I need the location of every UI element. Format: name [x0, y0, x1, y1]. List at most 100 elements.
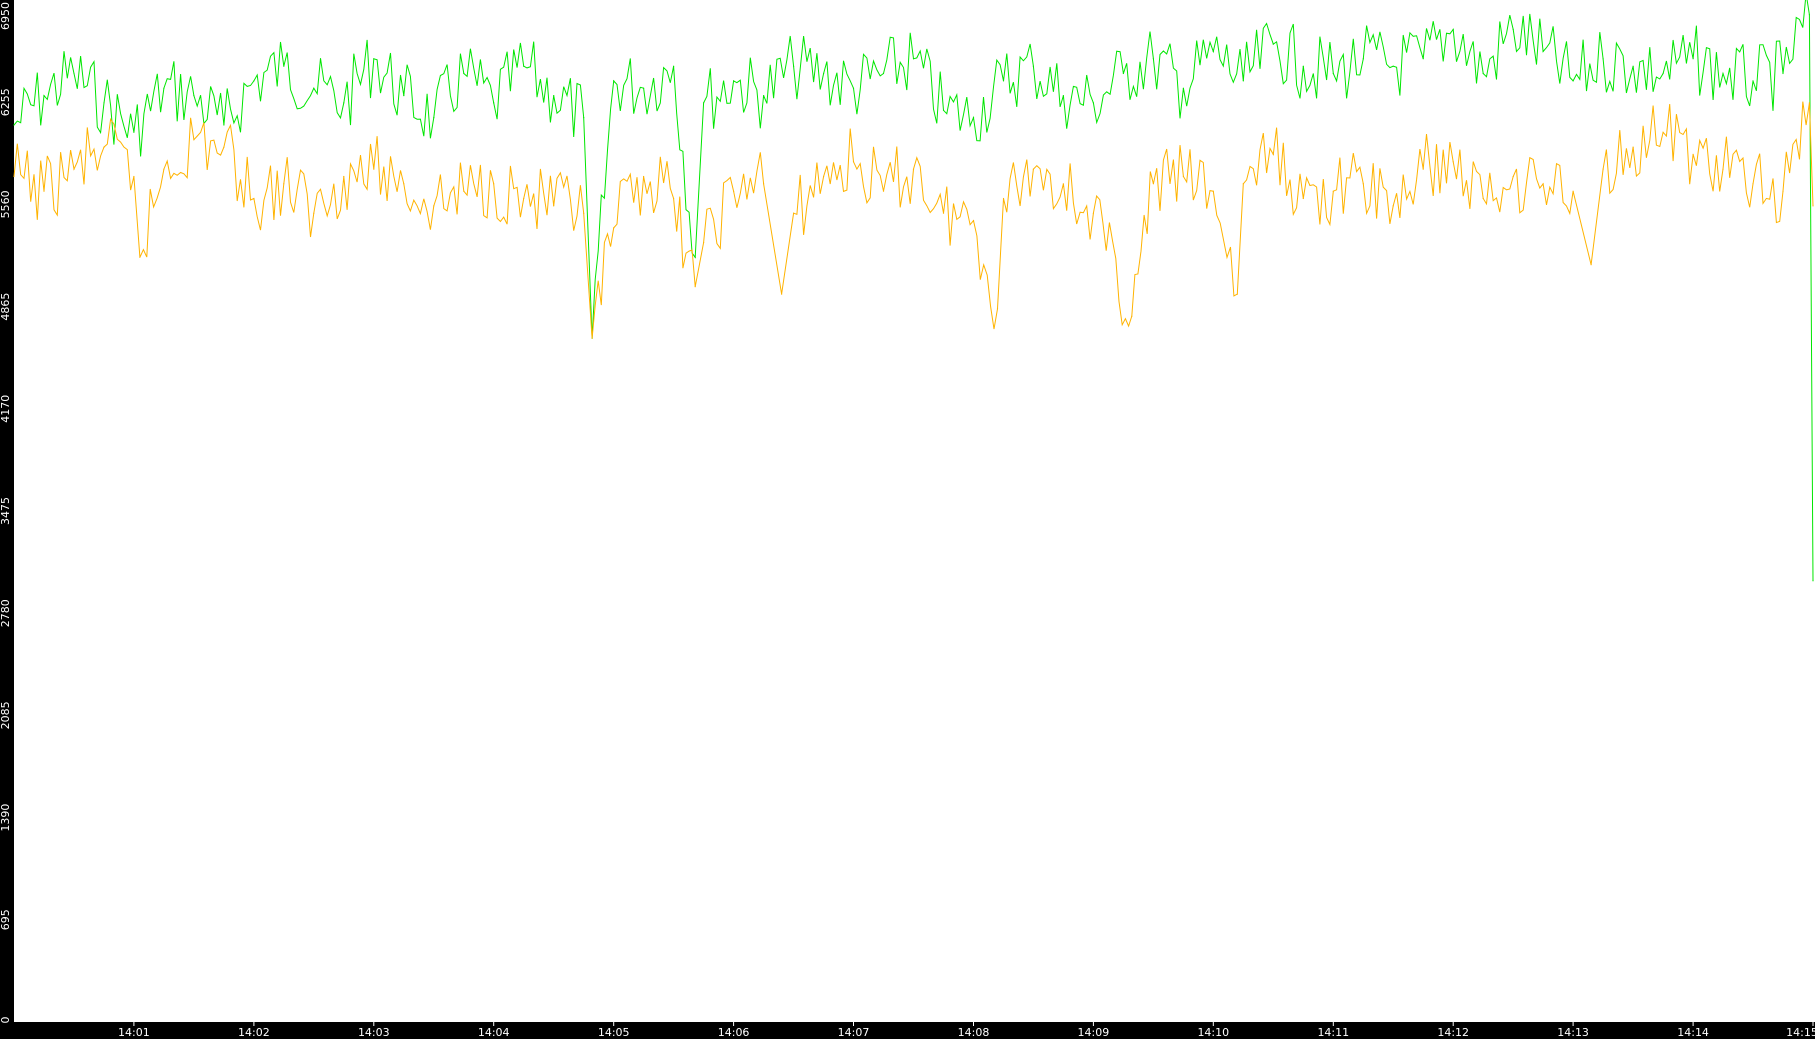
series-1-point: [694, 256, 696, 258]
series-1-point: [1542, 50, 1544, 53]
y-tick-label: 3475: [0, 497, 12, 525]
series-1-point: [43, 95, 45, 97]
series-2-point: [553, 205, 555, 207]
series-2-point: [313, 212, 315, 214]
series-2-point: [1332, 190, 1334, 192]
x-tick-label: 14:10: [1197, 1026, 1229, 1039]
x-tick-label: 14:11: [1317, 1026, 1349, 1039]
series-1-point: [283, 65, 285, 67]
series-2-point: [403, 183, 405, 185]
series-2-point: [1182, 175, 1184, 178]
series-2-point: [613, 227, 615, 229]
series-2-point: [73, 168, 75, 170]
series-1-point: [1062, 95, 1064, 97]
series-2-point: [1152, 183, 1154, 185]
y-tick-label: 4170: [0, 395, 12, 423]
series-1-point: [1152, 58, 1154, 60]
y-tick-label: 4865: [0, 293, 12, 321]
series-2-point: [1002, 197, 1005, 200]
series-2-point: [493, 183, 495, 185]
series-1-point: [1512, 28, 1514, 30]
series-1-point: [1572, 80, 1574, 82]
x-tick-label: 14:01: [118, 1026, 150, 1039]
series-1-point: [613, 80, 615, 82]
line-chart: 0 695 1390 2085 2780 3475 4170 4865 5560 6255 6950…: [0, 0, 1815, 1039]
series-2-point: [1512, 175, 1514, 178]
series-2-point: [343, 175, 345, 178]
x-tick-label: 14:12: [1437, 1026, 1469, 1039]
series-1-point: [1002, 80, 1005, 82]
series-1-point: [942, 109, 945, 111]
series-2-point: [133, 175, 135, 178]
series-1-point: [1212, 50, 1214, 53]
series-1-point: [823, 72, 825, 75]
series-2-point: [703, 242, 705, 244]
series-2-point: [1632, 146, 1634, 148]
series-2-point: [1092, 212, 1094, 214]
series-2-point: [1302, 197, 1304, 200]
series-1-point: [763, 95, 765, 97]
series-2-point: [1236, 293, 1238, 295]
series-2-point: [1062, 183, 1064, 185]
series-2-point: [1242, 183, 1244, 185]
series-2-point: [1392, 205, 1394, 207]
series-1-point: [313, 87, 315, 89]
series-1-point: [253, 80, 255, 82]
series-2-point: [433, 205, 435, 207]
series-2-point: [1752, 183, 1754, 185]
series-2-point: [283, 183, 285, 185]
series-1-point: [193, 95, 195, 97]
series-1-point: [1812, 580, 1814, 582]
x-tick-label: 14:09: [1078, 1026, 1110, 1039]
chart-container: 0 695 1390 2085 2780 3475 4170 4865 5560 6255 6950…: [0, 0, 1815, 1039]
series-2-point: [1662, 131, 1664, 133]
y-tick-label: 0: [0, 1017, 12, 1024]
series-1-point: [1752, 80, 1754, 82]
x-tick-label: 14:05: [598, 1026, 630, 1039]
series-1-point: [133, 131, 135, 133]
series-2-point: [223, 146, 225, 148]
x-tick-label: 14:08: [958, 1026, 990, 1039]
series-2-point: [373, 168, 375, 170]
series-1-point: [1392, 65, 1394, 67]
series-1-point: [673, 65, 675, 67]
series-1-point: [433, 117, 435, 119]
series-2-point: [1542, 183, 1544, 185]
series-1-point: [1452, 28, 1454, 30]
series-2-point: [1212, 190, 1214, 192]
series-2-point: [193, 139, 195, 141]
series-1-point: [733, 80, 735, 82]
series-2-point: [1272, 153, 1274, 155]
series-2-point: [1602, 168, 1604, 170]
series-2-point: [1722, 168, 1724, 170]
x-tick-label: 14:03: [358, 1026, 390, 1039]
series-2-point: [1362, 183, 1364, 185]
y-tick-label: 5560: [0, 190, 12, 218]
series-2-point: [1482, 197, 1484, 200]
y-tick-label: 695: [0, 909, 12, 930]
series-1-point: [373, 58, 375, 60]
y-tick-label: 6950: [0, 2, 12, 30]
series-1-point: [1482, 72, 1484, 75]
series-1-point: [793, 65, 795, 67]
series-1-point: [1808, 14, 1810, 16]
series-1-point: [703, 102, 705, 104]
series-1-point: [1602, 58, 1604, 60]
series-1-point: [523, 65, 525, 67]
series-2-point: [13, 175, 15, 178]
series-1-point: [1632, 65, 1634, 67]
x-tick-label: 14:15: [1786, 1026, 1815, 1039]
series-1-point: [1302, 65, 1304, 67]
series-2-point: [823, 175, 825, 178]
series-2-point: [139, 256, 141, 258]
series-2-point: [1590, 264, 1592, 266]
series-1-point: [1272, 43, 1274, 45]
x-tick-label: 14:04: [478, 1026, 510, 1039]
series-1-point: [1032, 65, 1034, 67]
series-2-point: [1812, 205, 1814, 207]
series-1-point: [1782, 72, 1784, 75]
series-1-point: [1362, 58, 1364, 60]
series-1-point: [223, 124, 225, 126]
series-1-point: [882, 72, 885, 75]
series-1-point: [1422, 58, 1424, 60]
